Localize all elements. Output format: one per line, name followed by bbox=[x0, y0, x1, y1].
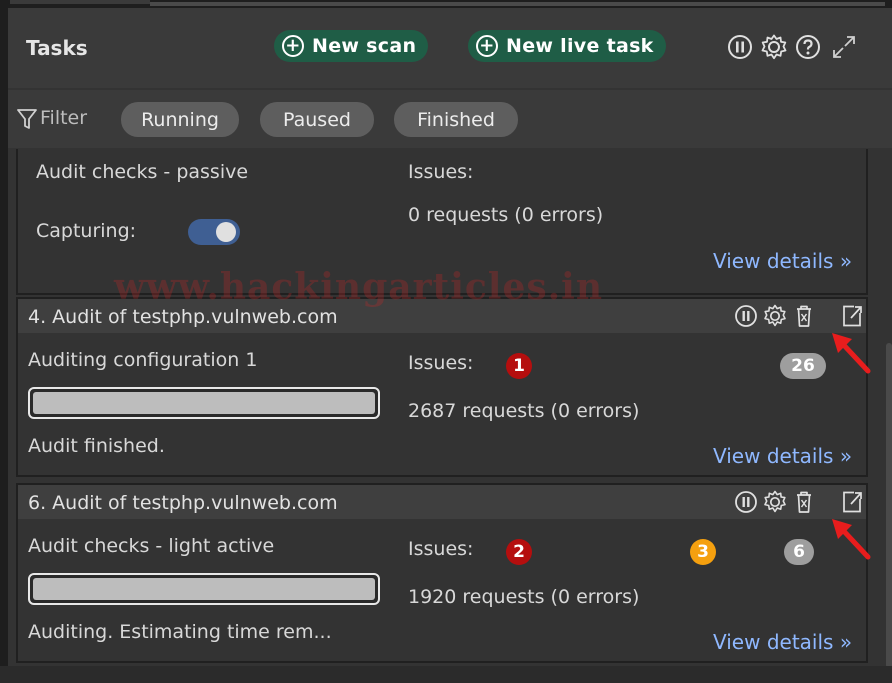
task-footer-status: Audit finished. bbox=[28, 435, 165, 457]
issue-count-high[interactable]: 1 bbox=[506, 353, 532, 379]
red-arrow-annotation bbox=[832, 333, 871, 374]
issue-count-high[interactable]: 2 bbox=[506, 539, 532, 565]
view-details-label: View details bbox=[713, 444, 834, 468]
left-edge bbox=[0, 8, 8, 683]
task-progress-fill bbox=[33, 392, 375, 414]
filter-chip-finished[interactable]: Finished bbox=[394, 102, 518, 137]
task-progress-fill bbox=[33, 578, 375, 600]
red-arrow-annotation bbox=[832, 519, 871, 560]
plus-icon: + bbox=[476, 35, 498, 57]
tasks-panel: Tasks + New scan + New live task Filter … bbox=[8, 8, 892, 668]
new-scan-label: New scan bbox=[312, 35, 417, 57]
capturing-toggle[interactable] bbox=[188, 219, 240, 245]
filter-chip-paused[interactable]: Paused bbox=[260, 102, 374, 137]
vertical-scrollbar[interactable] bbox=[886, 343, 892, 668]
issues-label: Issues: bbox=[408, 538, 474, 560]
tasks-header: Tasks + New scan + New live task bbox=[8, 8, 892, 88]
issue-count-info[interactable]: 26 bbox=[780, 353, 826, 379]
task-progress-bar bbox=[28, 573, 380, 605]
issue-count-info[interactable]: 6 bbox=[784, 539, 814, 565]
filter-label: Filter bbox=[40, 107, 88, 129]
issue-count-medium[interactable]: 3 bbox=[690, 539, 716, 565]
chevron-double-right-icon: » bbox=[839, 249, 853, 273]
issues-label: Issues: bbox=[408, 161, 474, 183]
filter-chip-running[interactable]: Running bbox=[121, 102, 239, 137]
filter-icon[interactable] bbox=[16, 107, 38, 131]
bottom-strip bbox=[0, 666, 892, 683]
open-external-icon[interactable] bbox=[840, 303, 864, 329]
watermark: www.hackingarticles.in bbox=[114, 266, 604, 308]
requests-count: 1920 requests (0 errors) bbox=[408, 586, 640, 608]
settings-icon[interactable] bbox=[760, 33, 788, 61]
view-details-link[interactable]: View details » bbox=[713, 444, 852, 468]
pause-icon[interactable] bbox=[734, 303, 758, 329]
task-title: 6. Audit of testphp.vulnweb.com bbox=[28, 492, 338, 514]
new-live-task-button[interactable]: + New live task bbox=[468, 30, 666, 62]
issues-label: Issues: bbox=[408, 352, 474, 374]
view-details-link[interactable]: View details » bbox=[713, 630, 852, 654]
top-strip bbox=[0, 0, 892, 8]
chevron-double-right-icon: » bbox=[839, 630, 853, 654]
task-footer-status: Auditing. Estimating time rem... bbox=[28, 621, 332, 643]
view-details-link[interactable]: View details » bbox=[713, 249, 852, 273]
capturing-label: Capturing: bbox=[36, 220, 137, 242]
task-progress-bar bbox=[28, 387, 380, 419]
task-status: Audit checks - passive bbox=[36, 161, 249, 183]
task-card-4: 4. Audit of testphp.vulnweb.com Auditing… bbox=[16, 297, 871, 477]
task-status: Auditing configuration 1 bbox=[28, 349, 258, 371]
task-card-6: 6. Audit of testphp.vulnweb.com Audit ch… bbox=[16, 483, 871, 663]
trash-icon[interactable] bbox=[792, 489, 816, 515]
plus-icon: + bbox=[282, 35, 304, 57]
chevron-double-right-icon: » bbox=[839, 444, 853, 468]
pause-icon[interactable] bbox=[726, 33, 754, 61]
open-external-icon[interactable] bbox=[840, 489, 864, 515]
settings-icon[interactable] bbox=[763, 303, 787, 329]
expand-icon[interactable] bbox=[830, 33, 858, 61]
panel-title: Tasks bbox=[26, 36, 88, 60]
view-details-label: View details bbox=[713, 630, 834, 654]
new-scan-button[interactable]: + New scan bbox=[274, 30, 429, 62]
task-title: 4. Audit of testphp.vulnweb.com bbox=[28, 306, 338, 328]
view-details-label: View details bbox=[713, 249, 834, 273]
pause-icon[interactable] bbox=[734, 489, 758, 515]
new-live-task-label: New live task bbox=[506, 35, 654, 57]
task-status: Audit checks - light active bbox=[28, 535, 275, 557]
requests-count: 0 requests (0 errors) bbox=[408, 204, 604, 226]
trash-icon[interactable] bbox=[792, 303, 816, 329]
requests-count: 2687 requests (0 errors) bbox=[408, 400, 640, 422]
task-card-header: 6. Audit of testphp.vulnweb.com bbox=[18, 485, 866, 519]
settings-icon[interactable] bbox=[763, 489, 787, 515]
filter-bar: Filter Running Paused Finished bbox=[8, 90, 892, 148]
help-icon[interactable] bbox=[794, 33, 822, 61]
